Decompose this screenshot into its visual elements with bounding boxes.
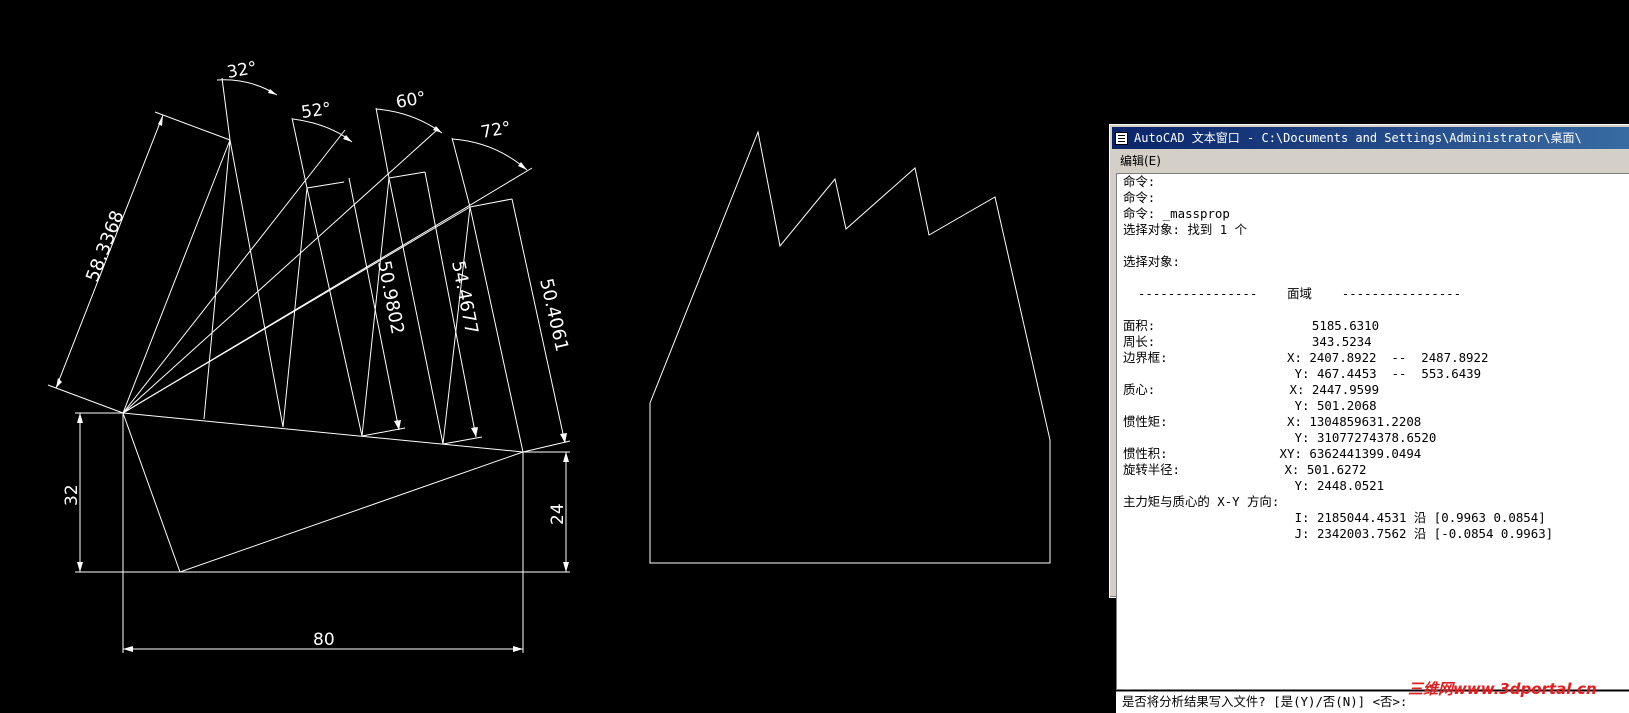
autocad-text-window[interactable]: AutoCAD 文本窗口 - C:\Documents and Settings… bbox=[1109, 124, 1629, 713]
dim-24-geometry bbox=[180, 451, 570, 573]
history-line: 选择对象: 找到 1 个 bbox=[1123, 222, 1248, 237]
history-line: Y: 501.2068 bbox=[1123, 398, 1377, 413]
ray-top-3 bbox=[375, 107, 390, 179]
history-line: 惯性矩: X: 1304859631.2208 bbox=[1123, 414, 1422, 429]
tick-2 bbox=[388, 171, 426, 179]
menu-bar: 编辑(E) bbox=[1112, 151, 1629, 171]
history-line: J: 2342003.7562 沿 [-0.0854 0.9963] bbox=[1123, 526, 1554, 541]
history-line: 面积: 5185.6310 bbox=[1123, 318, 1380, 333]
angle-label-60: 60° bbox=[394, 88, 427, 113]
length-label-54-4677: 54.4677 bbox=[447, 259, 482, 336]
length-label-58-3368: 58.3368 bbox=[82, 208, 128, 285]
dim-label-24: 24 bbox=[548, 503, 568, 525]
history-line: 主力矩与质心的 X-Y 方向: bbox=[1123, 494, 1280, 509]
history-line: 周长: 343.5234 bbox=[1123, 334, 1372, 349]
history-line bbox=[1123, 302, 1553, 318]
history-line: Y: 2448.0521 bbox=[1123, 478, 1385, 493]
window-title: AutoCAD 文本窗口 - C:\Documents and Settings… bbox=[1134, 131, 1582, 145]
angle-label-72: 72° bbox=[479, 118, 512, 143]
dim-80-geometry bbox=[122, 413, 524, 653]
history-line: 质心: X: 2447.9599 bbox=[1123, 382, 1380, 397]
title-bar[interactable]: AutoCAD 文本窗口 - C:\Documents and Settings… bbox=[1112, 127, 1629, 149]
history-line: 命令: _massprop bbox=[1123, 206, 1230, 221]
command-history[interactable]: 命令: 命令: 命令: _massprop 选择对象: 找到 1 个 选择对象: --… bbox=[1116, 173, 1629, 690]
angle-label-32: 32° bbox=[225, 58, 258, 83]
dim-label-32: 32 bbox=[62, 484, 82, 506]
dim-58-geometry bbox=[47, 111, 231, 414]
history-line bbox=[1123, 238, 1553, 254]
dim-32-geometry bbox=[75, 412, 180, 573]
length-label-50-4061: 50.4061 bbox=[535, 276, 572, 353]
ray-top-4 bbox=[451, 137, 471, 208]
history-line: 命令: bbox=[1123, 190, 1156, 205]
history-line: ---------------- 面域 ---------------- bbox=[1123, 286, 1462, 301]
region-outline[interactable] bbox=[649, 130, 1051, 564]
ray-top-2 bbox=[291, 117, 308, 189]
angle-label-52: 52° bbox=[300, 99, 333, 123]
history-line: 边界框: X: 2407.8922 -- 2487.8922 bbox=[1123, 350, 1489, 365]
text-window-icon bbox=[1115, 132, 1128, 145]
history-line: Y: 467.4453 -- 553.6439 bbox=[1123, 366, 1482, 381]
history-line: 惯性积: XY: 6362441399.0494 bbox=[1123, 446, 1422, 461]
history-line bbox=[1123, 270, 1553, 286]
history-line: I: 2185044.4531 沿 [0.9963 0.0854] bbox=[1123, 510, 1546, 525]
history-line: 旋转半径: X: 501.6272 bbox=[1123, 462, 1367, 477]
menu-edit[interactable]: 编辑(E) bbox=[1118, 151, 1163, 171]
tick-1 bbox=[306, 181, 345, 189]
history-line: 选择对象: bbox=[1123, 254, 1181, 269]
watermark-logo: 三维网www.3dportal.cn bbox=[1408, 680, 1597, 698]
command-history-text: 命令: 命令: 命令: _massprop 选择对象: 找到 1 个 选择对象: --… bbox=[1123, 174, 1553, 542]
base-polygon bbox=[122, 412, 524, 573]
tick-3 bbox=[469, 198, 513, 208]
dimension-arrows bbox=[56, 89, 569, 652]
ray-top-1 bbox=[221, 77, 231, 141]
history-line: 命令: bbox=[1123, 174, 1156, 189]
dim-label-80: 80 bbox=[313, 630, 335, 650]
history-line: Y: 31077274378.6520 bbox=[1123, 430, 1437, 445]
